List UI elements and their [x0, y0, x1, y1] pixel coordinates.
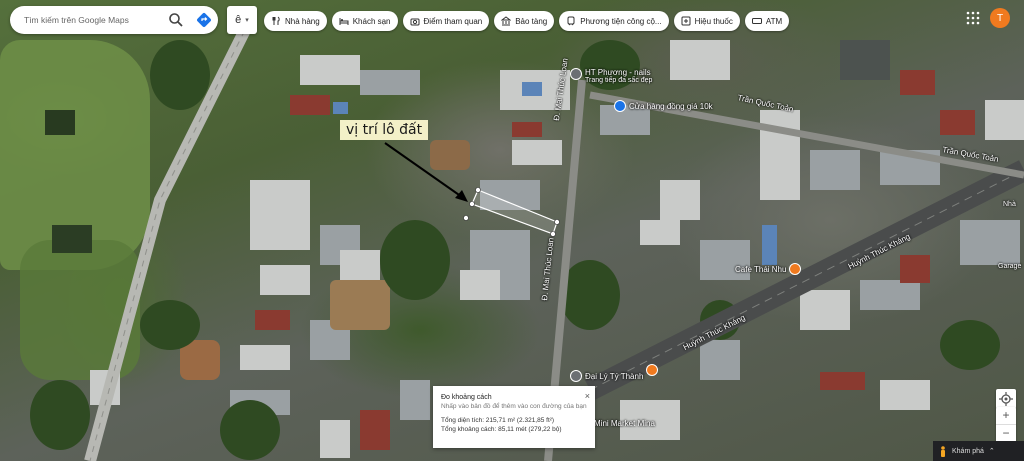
- measure-hint: Nhấp vào bản đồ để thêm vào con đường củ…: [441, 403, 587, 411]
- chip-museums[interactable]: Bảo tàng: [494, 11, 555, 31]
- search-input[interactable]: Tìm kiếm trên Google Maps: [24, 15, 129, 25]
- chip-restaurants[interactable]: Nhà hàng: [264, 11, 327, 31]
- layers-menu-button[interactable]: ê ▾: [227, 6, 257, 34]
- hotel-icon: [339, 18, 349, 25]
- measure-distance: Tổng khoảng cách: 85,11 mét (279,22 bộ): [441, 425, 562, 433]
- chip-pharmacies[interactable]: Hiệu thuốc: [673, 11, 740, 31]
- place-name: Cửa hàng đồng giá 10k: [629, 101, 713, 111]
- place-name: Mini Market Mina: [594, 419, 655, 428]
- explore-bar[interactable]: Khám phá ⌃: [933, 441, 1024, 461]
- road-label: Garage: [998, 263, 1022, 270]
- chip-label: Hiệu thuốc: [694, 16, 733, 26]
- measure-title: Đo khoảng cách: [441, 394, 492, 401]
- transit-icon: [567, 16, 575, 26]
- atm-icon: [751, 18, 762, 24]
- cafe-icon: [789, 263, 802, 275]
- search-icon[interactable]: [168, 12, 184, 28]
- chip-label: ATM: [765, 16, 783, 26]
- chip-label: Phương tiện công cộ...: [580, 16, 662, 26]
- place-dai-ly[interactable]: Đại Lý Tý Thành: [570, 370, 643, 382]
- place-ht-phuong[interactable]: HT Phương - nails Trang tiếp đa sấc đẹp: [570, 68, 652, 84]
- measure-distance-card: Đo khoảng cách Nhấp vào bản đồ để thêm v…: [433, 386, 595, 448]
- pegman-icon[interactable]: [939, 445, 947, 457]
- chip-label: Khách sạn: [352, 16, 391, 26]
- category-chips: Nhà hàng Khách sạn Điểm tham quan Bảo tà…: [264, 11, 790, 31]
- shopping-bag-icon: [614, 100, 626, 112]
- chip-label: Bảo tàng: [515, 16, 548, 26]
- plot-location-label: vị trí lô đất: [340, 120, 429, 140]
- road-label: Nhà: [1003, 201, 1016, 208]
- pin-icon: [570, 68, 582, 80]
- chip-hotels[interactable]: Khách sạn: [331, 11, 398, 31]
- place-food[interactable]: [646, 364, 658, 376]
- chevron-up-icon: ⌃: [988, 448, 995, 455]
- zoom-in-button[interactable]: +: [996, 407, 1016, 424]
- search-box[interactable]: Tìm kiếm trên Google Maps: [10, 6, 218, 34]
- chevron-down-icon: ▾: [245, 17, 249, 24]
- museum-icon: [501, 16, 512, 26]
- pin-icon: [570, 370, 582, 382]
- close-icon[interactable]: ×: [585, 390, 590, 402]
- measure-area: Tổng diện tích: 215,71 m² (2.321,85 ft²): [441, 417, 555, 425]
- directions-icon[interactable]: [196, 12, 212, 28]
- food-icon: [646, 364, 658, 376]
- zoom-control: + −: [996, 407, 1016, 443]
- place-name: Đại Lý Tý Thành: [585, 371, 644, 381]
- chip-atm[interactable]: ATM: [744, 11, 790, 31]
- avatar[interactable]: T: [990, 8, 1010, 28]
- explore-label: Khám phá: [952, 447, 984, 455]
- place-subtitle: Trang tiếp đa sấc đẹp: [585, 77, 653, 84]
- place-name: HT Phương - nails: [585, 68, 651, 77]
- chip-label: Điểm tham quan: [423, 16, 483, 26]
- menu-label: ê: [235, 14, 242, 26]
- chip-attractions[interactable]: Điểm tham quan: [402, 11, 490, 31]
- place-mini-market[interactable]: Mini Market Mina: [594, 419, 655, 428]
- chip-label: Nhà hàng: [285, 16, 320, 26]
- place-name: Cafe Thái Nhu: [735, 264, 787, 274]
- camera-icon: [410, 18, 420, 26]
- pharmacy-icon: [681, 16, 691, 26]
- zoom-out-button[interactable]: −: [996, 424, 1016, 442]
- apps-grid-icon[interactable]: [966, 11, 980, 25]
- chip-transit[interactable]: Phương tiện công cộ...: [559, 11, 669, 31]
- restaurant-icon: [272, 16, 280, 25]
- my-location-button[interactable]: [996, 389, 1016, 409]
- place-cafe[interactable]: Cafe Thái Nhu: [735, 263, 802, 275]
- place-cua-hang[interactable]: Cửa hàng đồng giá 10k: [614, 100, 713, 112]
- crosshair-icon: [999, 392, 1013, 406]
